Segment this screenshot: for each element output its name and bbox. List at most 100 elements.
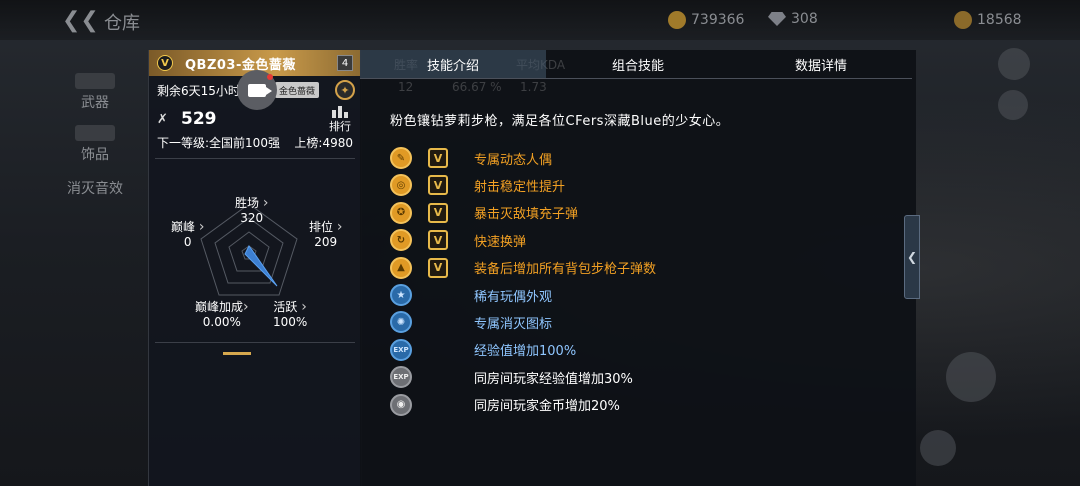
next-level-text: 下一等级:全国前100强 xyxy=(157,136,280,150)
tab-combo-skills[interactable]: 组合技能 xyxy=(546,50,730,78)
peak-bonus-stat[interactable]: 巅峰加成› 0.00% xyxy=(195,300,249,330)
tab-skill-intro[interactable]: 技能介绍 xyxy=(360,50,546,78)
knife-icon[interactable] xyxy=(946,352,996,402)
vip-v-icon: V xyxy=(428,202,448,223)
radar-chart: 胜场 › 320 排位 › 209 巅峰 › 0 巅峰加成› 0.00% 活跃 … xyxy=(149,196,361,386)
wins-value: 320 xyxy=(240,211,264,225)
kill-icon: ✺ xyxy=(390,311,412,334)
ammo-icon: ▲ xyxy=(390,256,412,279)
star-icon: ★ xyxy=(390,284,412,306)
time-remaining-row: 剩余6天15小时 金色蔷薇 ✦ xyxy=(149,70,361,110)
chevron-right-icon: › xyxy=(336,219,343,235)
weapon-skin-icon[interactable]: ✦ xyxy=(335,80,355,100)
fast-reload-icon: ↻ xyxy=(390,229,412,252)
skill-row: ✺ 专属消灭图标 xyxy=(390,309,552,335)
room-exp-icon: EXP xyxy=(390,366,412,389)
first-person-icon[interactable] xyxy=(998,90,1028,120)
kill-count-icon: ✗ xyxy=(157,112,168,127)
nav-kill-sound-label: 消灭音效 xyxy=(67,181,123,197)
skill-label: 同房间玩家经验值增加30% xyxy=(474,371,633,387)
weapon-level: 4 xyxy=(337,55,353,71)
skill-label: 暴击灭敌填充子弹 xyxy=(474,207,579,223)
peak-bonus-label: 巅峰加成 xyxy=(195,300,244,314)
divider xyxy=(155,342,355,343)
tab-data-details[interactable]: 数据详情 xyxy=(730,50,912,78)
chevron-right-icon: › xyxy=(262,195,269,211)
gold-coin-value: 739366 xyxy=(691,12,745,28)
skill-row: EXP 经验值增加100% xyxy=(390,337,576,363)
leaderboard-button[interactable]: 排行 xyxy=(327,106,353,134)
page-title: 仓库 xyxy=(104,13,140,34)
skill-label: 快速换弹 xyxy=(474,234,527,250)
vip-badge-icon: V xyxy=(157,55,173,71)
divider xyxy=(155,158,355,159)
accessory-icon xyxy=(75,125,115,141)
nav-kill-sound[interactable]: 消灭音效 xyxy=(40,164,150,198)
skill-label: 射击稳定性提升 xyxy=(474,179,566,195)
ghost-text: 12 xyxy=(398,80,414,94)
kill-count: 529 xyxy=(181,109,217,129)
chevron-right-icon: › xyxy=(198,219,205,235)
on-board-text: 上榜:4980 xyxy=(294,136,353,150)
top-bar: ❮❮ 仓库 739366 308 18568 xyxy=(0,0,1080,40)
peak-stat[interactable]: 巅峰 › 0 xyxy=(171,220,204,250)
points-icon xyxy=(954,11,972,29)
kill-row: ✗ 529 排行 xyxy=(149,104,361,134)
skill-row: ◉ 同房间玩家金币增加20% xyxy=(390,392,620,418)
active-value: 100% xyxy=(273,315,308,329)
skill-label: 经验值增加100% xyxy=(474,344,577,360)
skin-tag[interactable]: 金色蔷薇 xyxy=(275,82,319,98)
weapon-name: QBZ03-金色蔷薇 xyxy=(185,57,296,73)
rank-stat[interactable]: 排位 › 209 xyxy=(309,220,342,250)
vip-v-icon: V xyxy=(428,175,448,196)
page-indicator xyxy=(223,352,251,355)
vip-v-icon: V xyxy=(428,230,448,251)
peak-value: 0 xyxy=(183,235,192,249)
wins-stat[interactable]: 胜场 › 320 xyxy=(235,196,268,226)
chevron-right-icon: › xyxy=(301,299,307,315)
skill-label: 装备后增加所有背包步枪子弹数 xyxy=(474,262,657,278)
swap-icon[interactable] xyxy=(920,430,956,466)
peak-bonus-value: 0.00% xyxy=(202,315,241,329)
chevron-right-icon: › xyxy=(243,299,249,315)
weapon-card: V QBZ03-金色蔷薇 4 剩余6天15小时 金色蔷薇 ✦ ✗ 529 排行 … xyxy=(148,50,362,486)
collapse-panel-button[interactable]: ❮ xyxy=(904,215,920,299)
leaderboard-icon xyxy=(327,106,353,118)
active-stat[interactable]: 活跃 › 100% xyxy=(273,300,307,330)
joystick-icon[interactable] xyxy=(998,48,1030,80)
nav-accessories-label: 饰品 xyxy=(81,147,109,163)
tab-bar: 技能介绍 组合技能 数据详情 xyxy=(360,50,912,79)
leaderboard-label: 排行 xyxy=(329,120,351,133)
gold-coin-counter: 739366 xyxy=(668,11,744,29)
points-value: 18568 xyxy=(977,12,1022,28)
skill-row: EXP 同房间玩家经验值增加30% xyxy=(390,364,633,390)
vip-v-icon: V xyxy=(428,148,448,168)
skill-label: 稀有玩偶外观 xyxy=(474,289,553,305)
nav-weapons[interactable]: 武器 xyxy=(40,60,150,112)
rifle-icon xyxy=(75,73,115,89)
skill-row: ✎ V 专属动态人偶 xyxy=(390,145,552,171)
wins-label: 胜场 xyxy=(235,196,260,210)
notification-dot xyxy=(267,74,273,80)
time-remaining: 剩余6天15小时 xyxy=(157,83,240,98)
category-nav: 武器 饰品 消灭音效 xyxy=(40,60,150,198)
ghost-text: 66.67 % xyxy=(452,80,502,94)
skill-row: ◎ V 射击稳定性提升 xyxy=(390,172,565,198)
back-chevron-icon[interactable]: ❮❮ xyxy=(62,8,99,34)
diamond-icon xyxy=(768,12,786,26)
skill-row: ✪ V 暴击灭敌填充子弹 xyxy=(390,200,578,226)
level-info-row: 下一等级:全国前100强 上榜:4980 xyxy=(149,134,361,150)
nav-accessories[interactable]: 饰品 xyxy=(40,112,150,164)
doll-icon: ✎ xyxy=(390,147,412,169)
rank-label: 排位 xyxy=(309,220,334,234)
skill-row: ▲ V 装备后增加所有背包步枪子弹数 xyxy=(390,255,656,281)
points-counter: 18568 xyxy=(954,11,1022,29)
weapon-description: 粉色镶钻萝莉步枪，满足各位CFers深藏Blue的少女心。 xyxy=(390,114,730,129)
camera-glyph xyxy=(248,83,272,97)
active-label: 活跃 xyxy=(273,300,298,314)
exp-icon: EXP xyxy=(390,338,412,361)
skill-label: 同房间玩家金币增加20% xyxy=(474,399,620,415)
vip-v-icon: V xyxy=(428,257,448,278)
skill-label: 专属消灭图标 xyxy=(474,316,553,332)
skill-row: ↻ V 快速换弹 xyxy=(390,227,526,253)
